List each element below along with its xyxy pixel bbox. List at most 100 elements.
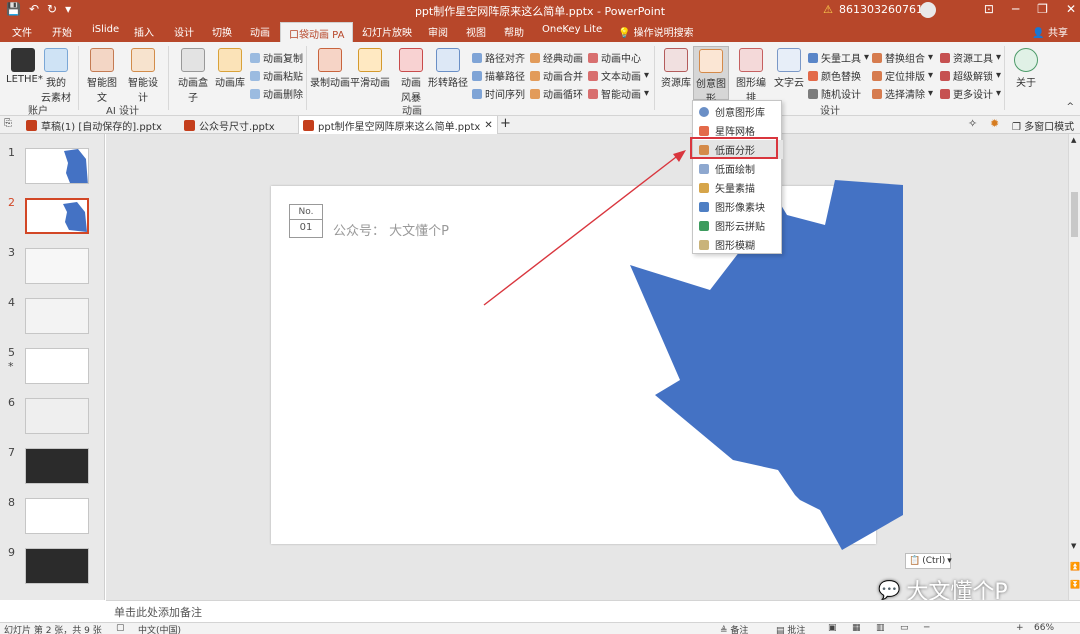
tab-transitions[interactable]: 切换 [212, 24, 232, 39]
slideshow-view-icon[interactable]: ▭ [900, 623, 909, 633]
zoom-level[interactable]: 66% [1034, 623, 1054, 633]
menu-item-vector-sketch[interactable]: 矢量素描 [693, 178, 783, 197]
language-indicator[interactable]: 中文(中国) [138, 623, 181, 634]
slide-thumbnail[interactable] [25, 348, 89, 384]
smooth-anim-button[interactable]: 平滑动画 [350, 48, 390, 89]
tab-view[interactable]: 视图 [466, 24, 486, 39]
menu-item-cloud-collage[interactable]: 图形云拼贴 [693, 216, 783, 235]
zoom-in-icon[interactable]: + [1016, 623, 1024, 633]
position-layout-button[interactable]: 定位排版 ▾ [872, 68, 933, 83]
avatar[interactable] [920, 2, 936, 18]
tab-file[interactable]: 文件 [12, 24, 32, 39]
menu-item-low-poly-draw[interactable]: 低面绘制 [693, 159, 783, 178]
tab-slideshow[interactable]: 幻灯片放映 [362, 24, 412, 39]
close-icon[interactable]: ✕ [484, 120, 492, 131]
word-cloud-button[interactable]: 文字云 [772, 48, 806, 89]
multi-window-toggle[interactable]: ❐ 多窗口模式 [1012, 118, 1074, 133]
menu-item-shape-library[interactable]: 创意图形库 [693, 102, 783, 121]
slide-thumbnail[interactable] [25, 298, 89, 334]
tab-animations[interactable]: 动画 [250, 24, 270, 39]
menu-item-pixel-block[interactable]: 图形像素块 [693, 197, 783, 216]
paste-options-button[interactable]: 📋 (Ctrl) ▾ [905, 553, 952, 569]
resource-lib-button[interactable]: 资源库 [660, 48, 692, 89]
copy-anim-button[interactable]: 动画复制 [250, 50, 303, 65]
zoom-out-icon[interactable]: ─ [924, 623, 929, 633]
slide-thumbnail[interactable] [25, 498, 89, 534]
tab-onekey[interactable]: OneKey Lite [542, 24, 602, 35]
anim-center-button[interactable]: 动画中心 [588, 50, 641, 65]
super-unlock-button[interactable]: 超级解锁 ▾ [940, 68, 1001, 83]
sorter-view-icon[interactable]: ▦ [852, 623, 861, 633]
slide-thumbnail[interactable] [25, 448, 89, 484]
account-area[interactable]: ⚠ 8613032607617 [823, 3, 930, 16]
ribbon-display-icon[interactable]: ⊡ [984, 2, 994, 16]
tab-review[interactable]: 审阅 [428, 24, 448, 39]
next-slide-icon[interactable]: ⏬ [1070, 580, 1080, 589]
doc-tab-size[interactable]: 公众号尺寸.pptx [180, 116, 279, 134]
sparkle-icon[interactable]: ✧ [968, 117, 977, 130]
slide-thumbnail-selected[interactable] [25, 198, 89, 234]
doc-tab-draft[interactable]: 草稿(1) [自动保存的].pptx [22, 116, 166, 134]
comments-toggle[interactable]: ▤ 批注 [776, 623, 805, 634]
slide-thumbnail[interactable] [25, 548, 89, 584]
tab-insert[interactable]: 插入 [134, 24, 154, 39]
settings-icon[interactable]: ✹ [990, 117, 999, 130]
prev-slide-icon[interactable]: ⏫ [1070, 562, 1080, 571]
cloud-material-button[interactable]: 我的 云素材 [40, 48, 72, 104]
shape-path-button[interactable]: 形转路径 [428, 48, 468, 89]
collapse-ribbon-icon[interactable]: ^ [1066, 102, 1074, 112]
tab-help[interactable]: 帮助 [504, 24, 524, 39]
anim-lib-button[interactable]: 动画库 [214, 48, 246, 89]
time-seq-button[interactable]: 时间序列 [472, 86, 525, 101]
creative-shape-button[interactable]: 创意图形 [693, 46, 729, 105]
tab-home[interactable]: 开始 [52, 24, 72, 39]
smart-anim-button[interactable]: 智能动画 ▾ [588, 86, 649, 101]
vertical-scrollbar[interactable]: ▲ ▼ ⏫ ⏬ [1068, 134, 1080, 600]
path-align-button[interactable]: 路径对齐 [472, 50, 525, 65]
about-button[interactable]: 关于 [1012, 48, 1040, 89]
new-tab-button[interactable]: + [500, 116, 511, 131]
del-anim-button[interactable]: 动画删除 [250, 86, 303, 101]
paste-anim-button[interactable]: 动画粘贴 [250, 68, 303, 83]
random-design-button[interactable]: 随机设计 [808, 86, 861, 101]
select-clear-button[interactable]: 选择清除 ▾ [872, 86, 933, 101]
tab-islide[interactable]: iSlide [92, 24, 119, 35]
classic-anim-button[interactable]: 经典动画 [530, 50, 583, 65]
color-replace-button[interactable]: 颜色替换 [808, 68, 861, 83]
close-icon[interactable]: ✕ [1066, 2, 1076, 16]
lethe-button[interactable]: LETHE* [6, 48, 43, 85]
shape-edit-button[interactable]: 图形编排 [732, 48, 770, 104]
smart-graphic-button[interactable]: 智能图文 [84, 48, 120, 104]
slide-thumbnail[interactable] [25, 248, 89, 284]
scroll-thumb[interactable] [1071, 192, 1078, 237]
smart-design-button[interactable]: 智能设计 [124, 48, 162, 104]
resource-tool-button[interactable]: 资源工具 ▾ [940, 50, 1001, 65]
restore-icon[interactable]: ❐ [1037, 2, 1048, 16]
anim-style-button[interactable]: 动画 风暴 [396, 48, 426, 104]
text-anim-button[interactable]: 文本动画 ▾ [588, 68, 649, 83]
more-design-button[interactable]: 更多设计 ▾ [940, 86, 1001, 101]
trace-path-button[interactable]: 描摹路径 [472, 68, 525, 83]
anim-box-button[interactable]: 动画盒子 [174, 48, 212, 104]
spelling-icon[interactable]: ▢ [116, 623, 125, 633]
tab-design[interactable]: 设计 [174, 24, 194, 39]
anim-loop-button[interactable]: 动画循环 [530, 86, 583, 101]
normal-view-icon[interactable]: ▣ [828, 623, 837, 633]
tell-me-search[interactable]: 💡 操作说明搜索 [618, 24, 694, 39]
slide-thumbnail[interactable] [25, 148, 89, 184]
scroll-up-icon[interactable]: ▲ [1071, 136, 1076, 144]
minimize-icon[interactable]: ─ [1012, 2, 1019, 16]
vector-tool-button[interactable]: 矢量工具 ▾ [808, 50, 869, 65]
doc-tab-active[interactable]: ppt制作星空网阵原来这么简单.pptx ✕ [298, 116, 498, 134]
tab-list-icon[interactable]: ⎘ [4, 118, 12, 129]
account-name[interactable]: 8613032607617 [839, 3, 930, 16]
slide-thumbnail[interactable] [25, 398, 89, 434]
share-button[interactable]: 👤 共享 [1032, 24, 1068, 39]
menu-item-shape-blur[interactable]: 图形模糊 [693, 235, 783, 254]
notes-toggle[interactable]: ≜ 备注 [720, 623, 748, 634]
reading-view-icon[interactable]: ▥ [876, 623, 885, 633]
notes-pane[interactable]: 单击此处添加备注 [106, 600, 1080, 622]
replace-combo-button[interactable]: 替换组合 ▾ [872, 50, 933, 65]
scroll-down-icon[interactable]: ▼ [1071, 542, 1076, 550]
record-anim-button[interactable]: 录制动画 [310, 48, 350, 89]
